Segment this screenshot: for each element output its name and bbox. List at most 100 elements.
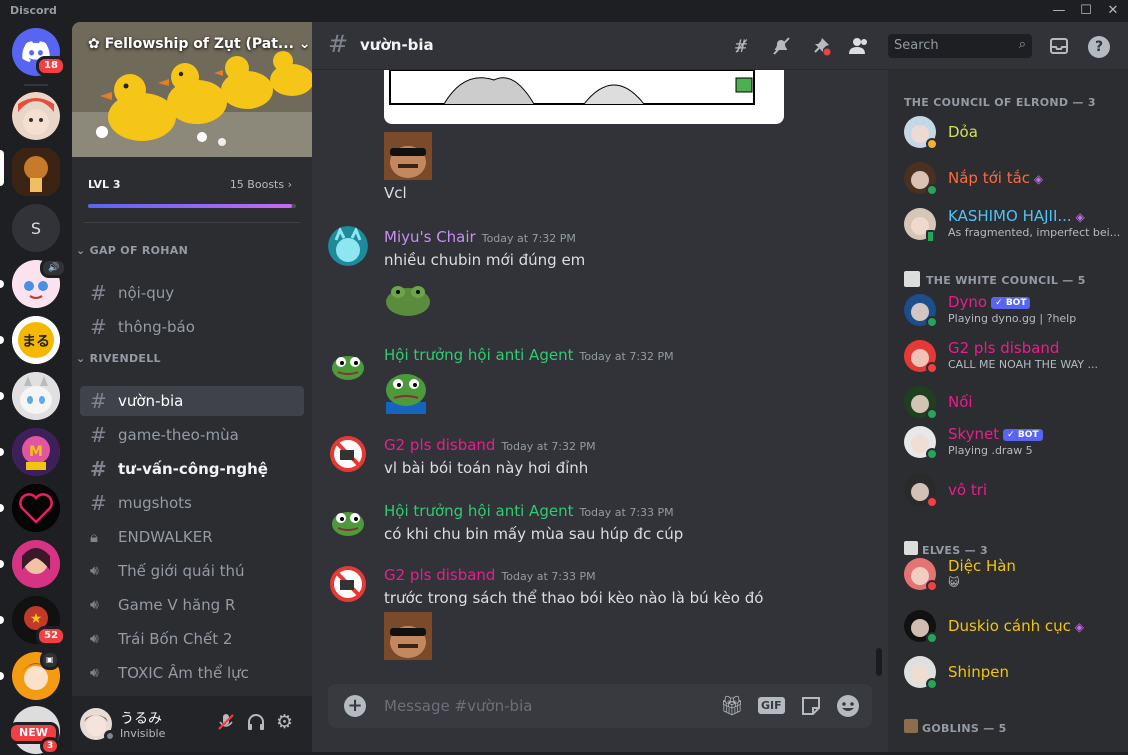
message-text: nhiều chubin mới đúng em [384,251,586,269]
member-list-icon[interactable] [848,36,870,58]
anti-agent-avatar[interactable] [328,344,368,384]
inbox-icon[interactable] [1048,36,1070,58]
channel-name: thông-báo [118,318,195,336]
server-icon-anime-girl[interactable] [12,92,60,140]
message-author[interactable]: G2 pls disband Today at 7:32 PM [384,436,596,454]
channel-sidebar: ✿ Fellowship of Zụt (Pat... ⌄ LVL 3 15 B… [72,22,312,752]
new-count-badge: 3 [40,737,61,755]
category-gap-of-rohan[interactable]: ⌄ GAP OF ROHAN [76,244,188,257]
channel-item[interactable]: # mugshots [80,488,304,518]
text-channel-icon: # [90,281,107,305]
g2-disband-avatar[interactable] [328,434,368,474]
guild-name[interactable]: ✿ Fellowship of Zụt (Pat... ⌄ [88,36,311,52]
maximize-button[interactable]: ☐ [1073,0,1099,22]
member-name: Nối [948,393,973,411]
channel-item[interactable]: # nội-quy [80,278,304,308]
channel-item[interactable]: 🔊︎ Thế giới quái thú [80,556,304,586]
gift-icon[interactable]: 🎁︎ [720,694,744,717]
member-item[interactable]: Nối [904,382,1120,422]
member-name-text: Diệc Hàn [948,557,1016,575]
boost-progress[interactable]: LVL 3 15 Boosts › [88,172,296,212]
speaker-icon: 🔊︎ [90,597,99,613]
settings-gear-icon[interactable]: ⚙ [276,711,293,733]
member-item[interactable]: Duskio cánh cục ◈ [904,606,1120,646]
channel-item[interactable]: 🔊︎ Game V hăng R [80,590,304,620]
sticker-icon[interactable] [800,695,822,721]
sunglasses-man-emoji-image[interactable] [384,132,432,184]
pepe-sticker-image[interactable] [384,366,432,418]
server-icon-crying-cat[interactable] [12,372,60,420]
search-icon: ⌕ [1018,37,1026,52]
channel-item[interactable]: 🔊︎ TOXIC Âm thể lực [80,658,304,688]
member-item[interactable]: vô tri [904,470,1120,510]
online-status-icon [926,448,938,460]
guild-banner[interactable]: ✿ Fellowship of Zụt (Pat... ⌄ [72,22,312,157]
channel-item[interactable]: # vườn-bia [80,386,304,416]
channel-title: vườn-bia [360,36,434,54]
gif-button[interactable]: GIF [758,697,785,714]
server-icon-fellowship[interactable] [12,148,60,196]
pinned-messages-icon[interactable] [810,36,832,58]
username: うるみ [120,711,162,727]
member-item[interactable]: Shinpen [904,652,1120,692]
member-item[interactable]: KASHIMO HAJII... ◈ As fragmented, imperfe… [904,204,1120,244]
role-icon [904,719,918,733]
member-item[interactable]: Nắp tới tắc ◈ [904,158,1120,198]
server-icon-heart[interactable] [12,484,60,532]
channel-item[interactable]: # tư-vấn-công-nghệ [80,454,304,484]
notification-mute-icon[interactable] [770,36,792,58]
channel-name: vườn-bia [118,392,184,410]
embedded-comic-image[interactable] [384,70,784,124]
member-name-text: vô tri [948,481,988,499]
member-item[interactable]: Dyno ✓ BOT Playing dyno.gg | ?help [904,290,1120,330]
boost-level: LVL 3 [88,178,121,191]
speaker-icon: 🔊︎ [90,665,99,681]
invisible-status-icon [104,730,116,742]
server-icon-pink-girl[interactable] [12,540,60,588]
miyu-chair-avatar[interactable] [328,226,368,266]
search-input[interactable]: Search ⌕ [888,34,1032,58]
channel-item[interactable]: # thông-báo [80,312,304,342]
channel-item[interactable]: 🔊︎ Trái Bốn Chết 2 [80,624,304,654]
member-name-text: Nối [948,393,973,411]
channel-item[interactable]: # game-theo-mùa [80,420,304,450]
message-author[interactable]: Hội trưởng hội anti Agent Today at 7:33 P… [384,502,674,520]
member-item[interactable]: Skynet ✓ BOT Playing .draw 5 [904,422,1120,462]
selected-server-indicator [0,150,4,186]
minimize-button[interactable]: — [1046,0,1072,22]
boost-gem-icon: ◈ [1070,620,1084,634]
member-name-text: Dỏa [948,123,978,141]
emoji-icon[interactable] [836,694,860,722]
g2-disband-avatar[interactable] [328,564,368,604]
server-icon-crystal-ball[interactable]: M [12,428,60,476]
help-icon[interactable]: ? [1088,36,1110,58]
headphones-icon[interactable] [246,712,266,736]
message-author[interactable]: G2 pls disband Today at 7:33 PM [384,566,596,584]
member-activity: As fragmented, imperfect bei... [948,226,1121,239]
member-item[interactable]: Dỏa [904,112,1120,152]
text-channel-icon: # [90,315,107,339]
frog-sticker-image[interactable] [384,278,432,320]
member-item[interactable]: G2 pls disband CALL ME NOAH THE WAY ... [904,336,1120,376]
channel-item[interactable]: 🔒︎ ENDWALKER [80,522,304,552]
member-activity: Playing dyno.gg | ?help [948,312,1077,325]
category-rivendell[interactable]: ⌄ RIVENDELL [76,352,161,365]
server-icon-marumaru[interactable]: まる [12,316,60,364]
rail-divider [24,84,48,86]
anti-agent-avatar[interactable] [328,500,368,540]
dnd-status-icon [926,580,938,592]
server-icon-s[interactable]: S [12,204,60,252]
message-author[interactable]: Miyu's Chair Today at 7:32 PM [384,228,576,246]
member-item[interactable]: Diệc Hàn 😺 [904,554,1120,594]
message-timestamp: Today at 7:32 PM [481,232,576,245]
message-author[interactable]: Hội trưởng hội anti Agent Today at 7:32 P… [384,346,674,364]
threads-icon[interactable]: #̸ [730,36,752,58]
sunglasses-man-emoji-image[interactable] [384,612,432,664]
member-activity: CALL ME NOAH THE WAY ... [948,358,1098,371]
message-composer[interactable]: + Message #vườn-bia 🎁︎ GIF [328,684,872,728]
close-button[interactable]: ✕ [1100,0,1126,22]
attach-plus-icon[interactable]: + [344,695,366,717]
mute-mic-icon[interactable] [216,712,236,736]
author-name: Miyu's Chair [384,228,476,246]
scrollbar-thumb[interactable] [876,648,882,676]
